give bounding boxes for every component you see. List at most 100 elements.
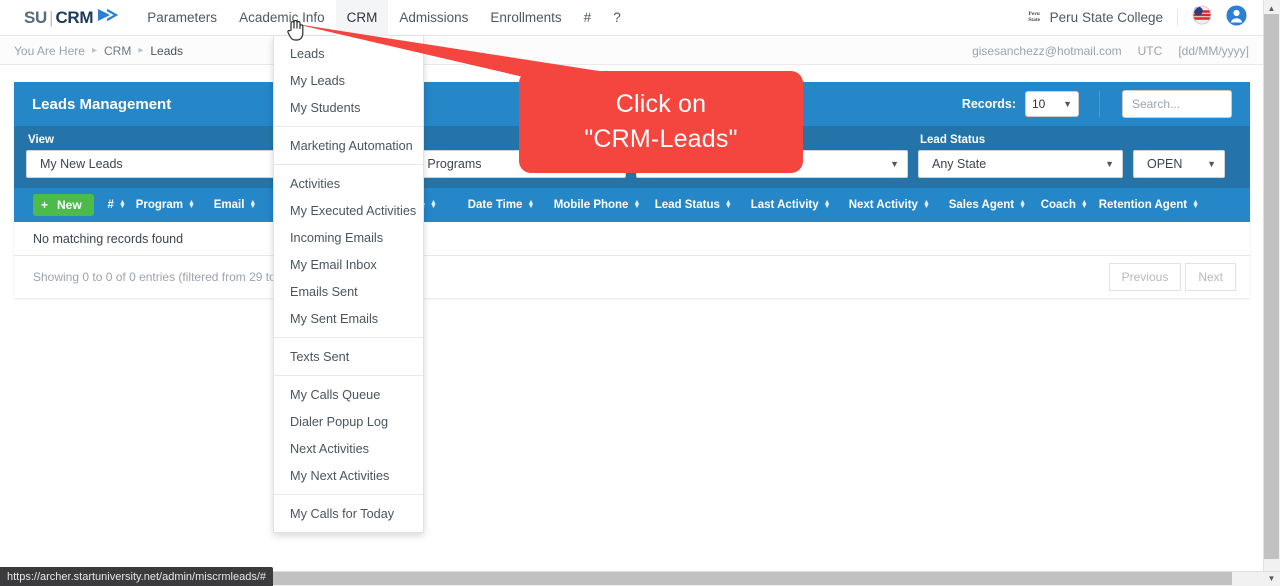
records-per-page-select[interactable]: 10 ▼ [1025, 91, 1079, 117]
filter-bar: View My New Leads All Programs ▼ All Sta… [14, 126, 1250, 188]
menu-divider [274, 126, 423, 127]
mouse-cursor-pointer-icon [286, 18, 306, 47]
empty-state-message: No matching records found [14, 222, 1250, 256]
chevron-down-icon: ▼ [1105, 159, 1114, 169]
records-label: Records: [961, 97, 1016, 111]
menu-item-emails-sent[interactable]: Emails Sent [274, 278, 423, 305]
column-label: Sales Agent [948, 199, 1015, 211]
open-state-select-value: OPEN [1147, 157, 1183, 171]
previous-page-button[interactable]: Previous [1108, 263, 1182, 291]
filter-program-label [398, 134, 626, 146]
column-header-number[interactable]: # ▲ ▼ [104, 199, 130, 211]
menu-divider [274, 375, 423, 376]
column-header-next-activity[interactable]: Next Activity ▲ ▼ [843, 199, 943, 211]
nav-item-help[interactable]: ? [602, 0, 632, 36]
peru-state-logo-icon: Peru State [1026, 9, 1043, 26]
menu-item-dialer-popup-log[interactable]: Dialer Popup Log [274, 408, 423, 435]
sort-icon: ▲ ▼ [633, 199, 641, 210]
menu-item-my-students[interactable]: My Students [274, 94, 423, 121]
table-body: No matching records found Showing 0 to 0… [14, 222, 1250, 298]
breadcrumb-separator-2: ▸ [138, 45, 144, 56]
menu-divider [274, 337, 423, 338]
scroll-down-arrow-icon[interactable]: ▼ [1265, 572, 1278, 585]
column-label: Email [213, 199, 245, 211]
lead-status-select[interactable]: Any State ▼ [918, 150, 1123, 178]
column-header-mobile-phone[interactable]: Mobile Phone ▲ ▼ [548, 199, 649, 211]
column-header-program[interactable]: Program ▲ ▼ [130, 199, 208, 211]
menu-item-my-email-inbox[interactable]: My Email Inbox [274, 251, 423, 278]
nav-item-academic-info[interactable]: Academic Info [228, 0, 336, 36]
menu-item-my-sent-emails[interactable]: My Sent Emails [274, 305, 423, 332]
vertical-scrollbar-thumb[interactable] [1264, 14, 1279, 559]
search-placeholder: Search... [1132, 97, 1181, 111]
column-header-retention-agent[interactable]: Retention Agent ▲ ▼ [1093, 199, 1223, 211]
nav-item-enrollments[interactable]: Enrollments [479, 0, 572, 36]
menu-item-texts-sent[interactable]: Texts Sent [274, 343, 423, 370]
column-label: Date Time [467, 199, 523, 211]
next-page-button[interactable]: Next [1185, 263, 1236, 291]
nav-item-parameters[interactable]: Parameters [136, 0, 228, 36]
program-select[interactable]: All Programs ▼ [396, 150, 626, 178]
crm-dropdown-menu: Leads My Leads My Students Marketing Aut… [273, 36, 424, 533]
sort-icon: ▲ ▼ [1192, 199, 1200, 210]
column-header-lead-status[interactable]: Lead Status ▲ ▼ [649, 199, 745, 211]
menu-item-next-activities[interactable]: Next Activities [274, 435, 423, 462]
us-flag-icon[interactable] [1192, 5, 1212, 30]
chevron-down-icon: ▼ [890, 159, 899, 169]
menu-item-my-leads[interactable]: My Leads [274, 67, 423, 94]
menu-item-my-calls-queue[interactable]: My Calls Queue [274, 381, 423, 408]
nav-item-admissions[interactable]: Admissions [388, 0, 479, 36]
chevron-down-icon: ▼ [1063, 99, 1072, 109]
column-header-last-activity[interactable]: Last Activity ▲ ▼ [745, 199, 843, 211]
menu-item-incoming-emails[interactable]: Incoming Emails [274, 224, 423, 251]
column-header-date-time[interactable]: Date Time ▲ ▼ [462, 199, 548, 211]
search-input[interactable]: Search... [1122, 90, 1232, 118]
column-header-coach[interactable]: Coach ▲ ▼ [1035, 199, 1093, 211]
header-divider [1099, 91, 1100, 117]
breadcrumb-right-info: gisesanchezz@hotmail.com UTC [dd/MM/yyyy… [972, 44, 1263, 58]
user-account-icon[interactable] [1226, 5, 1247, 31]
column-label: Program [135, 199, 183, 211]
filter-open-state: OPEN ▼ [1133, 134, 1225, 178]
table-footer: Showing 0 to 0 of 0 entries (filtered fr… [14, 256, 1250, 298]
sort-icon: ▲ ▼ [1019, 199, 1027, 210]
open-state-select[interactable]: OPEN ▼ [1133, 150, 1225, 178]
breadcrumb-item-crm[interactable]: CRM [104, 44, 131, 58]
table-header-row: + New # ▲▼ Program ▲▼ Email ▲▼ Name ▲▼ D… [14, 188, 1250, 222]
filter-start-date: All Start Dates ▼ [636, 134, 908, 178]
records-value: 10 [1032, 97, 1046, 111]
vertical-scrollbar[interactable]: ▲ [1263, 0, 1280, 571]
sort-icon: ▲ ▼ [1080, 199, 1088, 210]
college-selector[interactable]: Peru State Peru State College [1026, 9, 1178, 26]
filter-lead-status: Lead Status Any State ▼ [918, 134, 1123, 178]
filter-start-date-label [638, 134, 908, 146]
logo-su-text: SU [24, 7, 48, 27]
menu-item-my-next-activities[interactable]: My Next Activities [274, 462, 423, 489]
sort-icon: ▲ ▼ [118, 199, 126, 210]
card-header: Leads Management Records: 10 ▼ Search... [14, 82, 1250, 126]
breadcrumb-label: You Are Here [14, 43, 85, 58]
leads-management-card: Leads Management Records: 10 ▼ Search...… [14, 82, 1250, 298]
new-button-label: New [57, 198, 82, 212]
lead-status-select-value: Any State [932, 157, 987, 171]
college-name: Peru State College [1049, 10, 1163, 25]
chevron-down-icon: ▼ [608, 159, 617, 169]
menu-item-activities[interactable]: Activities [274, 170, 423, 197]
navbar-right-section: Peru State Peru State College [1026, 5, 1263, 31]
start-date-select[interactable]: All Start Dates ▼ [636, 150, 908, 178]
logo-line-2: State [1028, 16, 1041, 23]
sort-icon: ▲ ▼ [823, 199, 831, 210]
nav-item-hash[interactable]: # [573, 0, 603, 36]
pagination: Previous Next [1108, 263, 1236, 291]
new-button[interactable]: + New [33, 194, 94, 216]
menu-item-my-calls-for-today[interactable]: My Calls for Today [274, 500, 423, 527]
timezone-label: UTC [1137, 43, 1163, 58]
nav-item-crm[interactable]: CRM [335, 0, 389, 36]
top-navbar: SU | CRM Parameters Academic Info CRM Ad… [0, 0, 1263, 36]
app-logo[interactable]: SU | CRM [24, 7, 119, 28]
column-header-sales-agent[interactable]: Sales Agent ▲ ▼ [943, 199, 1035, 211]
start-date-select-value: All Start Dates [650, 157, 730, 171]
menu-item-marketing-automation[interactable]: Marketing Automation [274, 132, 423, 159]
column-label: # [107, 199, 114, 211]
menu-item-my-executed-activities[interactable]: My Executed Activities [274, 197, 423, 224]
